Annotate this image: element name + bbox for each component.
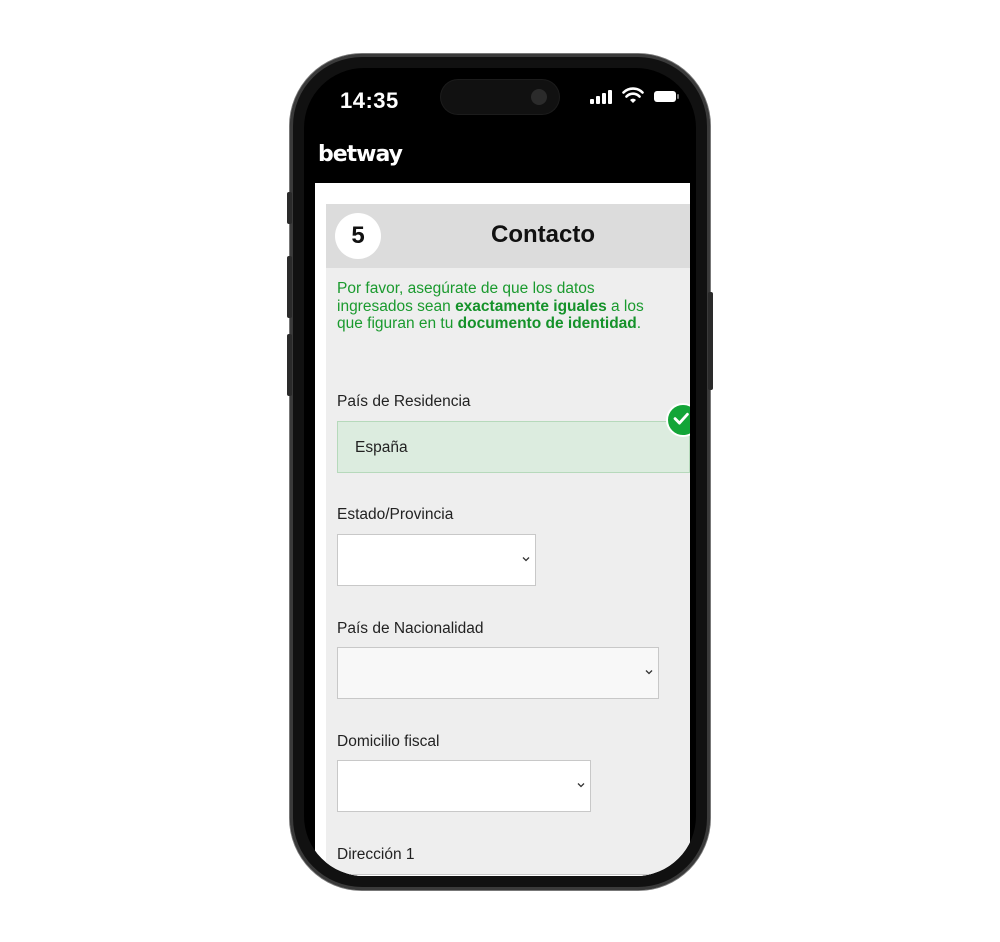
state-province-select[interactable] <box>337 534 536 586</box>
chevron-down-icon <box>522 557 530 562</box>
country-residence-value: España <box>355 439 408 456</box>
volume-up-button <box>287 256 292 318</box>
chevron-down-icon <box>577 783 585 788</box>
status-bar: 14:35 <box>304 68 696 130</box>
mute-switch <box>287 192 292 224</box>
address1-input[interactable] <box>337 874 690 876</box>
phone-frame: 14:35 betway 5 Contacto Por favor, asegú… <box>287 54 713 890</box>
battery-icon <box>654 91 679 102</box>
contact-form-panel: 5 Contacto Por favor, asegúrate de que l… <box>326 204 690 876</box>
dynamic-island <box>441 80 559 114</box>
check-icon <box>666 403 690 437</box>
camera-icon <box>531 89 547 105</box>
notice-text-3: . <box>636 315 642 332</box>
step-header: 5 Contacto <box>326 204 690 268</box>
brand-header: betway <box>304 130 696 182</box>
fiscal-address-label: Domicilio fiscal <box>337 733 440 750</box>
registration-screen: 5 Contacto Por favor, asegúrate de que l… <box>315 183 690 876</box>
volume-down-button <box>287 334 292 396</box>
wifi-icon <box>622 87 644 103</box>
signal-icon <box>590 90 614 104</box>
notice-bold-1: exactamente iguales <box>455 297 607 315</box>
country-residence-field[interactable]: España <box>337 421 690 473</box>
status-time: 14:35 <box>340 88 399 113</box>
fiscal-address-select[interactable] <box>337 760 591 812</box>
address1-label: Dirección 1 <box>337 846 415 863</box>
country-residence-label: País de Residencia <box>337 393 471 410</box>
phone-screen: 14:35 betway 5 Contacto Por favor, asegú… <box>304 68 696 876</box>
chevron-down-icon <box>645 670 653 675</box>
identity-notice: Por favor, asegúrate de que los datos in… <box>337 280 647 333</box>
step-number-badge: 5 <box>335 213 381 259</box>
power-button <box>708 292 713 390</box>
betway-logo[interactable]: betway <box>318 142 403 167</box>
nationality-label: País de Nacionalidad <box>337 620 484 637</box>
nationality-select[interactable] <box>337 647 659 699</box>
state-province-label: Estado/Provincia <box>337 506 454 523</box>
step-title: Contacto <box>491 221 595 248</box>
notice-bold-2: documento de identidad <box>457 315 637 332</box>
